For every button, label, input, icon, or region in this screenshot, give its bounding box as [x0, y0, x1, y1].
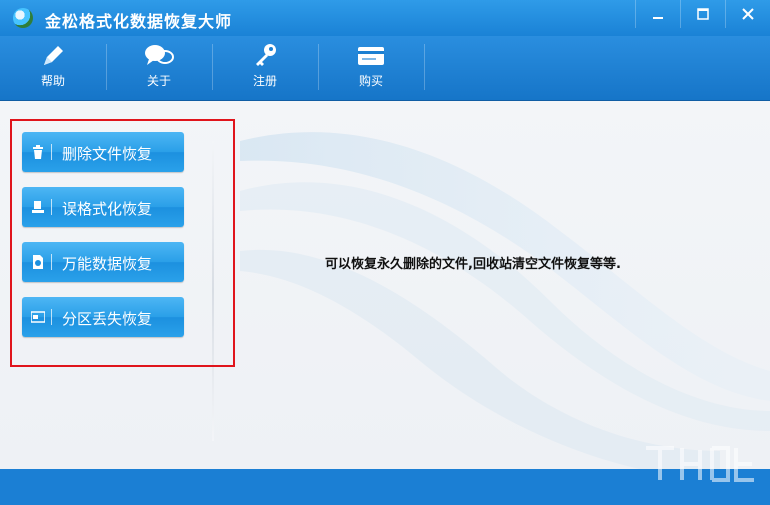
close-icon	[742, 8, 754, 20]
maximize-icon	[697, 8, 709, 20]
toolbar: 帮助 关于 注册 购买	[0, 36, 770, 101]
credit-card-icon	[355, 42, 387, 70]
toolbar-help-button[interactable]: 帮助	[0, 36, 106, 100]
watermark-logo	[646, 446, 754, 482]
pen-icon	[37, 42, 69, 70]
toolbar-about-button[interactable]: 关于	[106, 36, 212, 100]
toolbar-register-button[interactable]: 注册	[212, 36, 318, 100]
minimize-button[interactable]	[635, 0, 680, 28]
title-bar[interactable]: 金松格式化数据恢复大师	[0, 0, 770, 36]
main-area: 删除文件恢复 误格式化恢复 万能数据恢复 分区丢失恢复 可以恢复永久删除的文件,…	[0, 101, 770, 469]
toolbar-buy-button[interactable]: 购买	[318, 36, 424, 100]
description-text: 可以恢复永久删除的文件,回收站清空文件恢复等等.	[325, 257, 621, 272]
toolbar-register-label: 注册	[252, 74, 277, 88]
app-window: 金松格式化数据恢复大师 帮助 关于 注册 购买 删除文件恢复 误格式化恢复 万能…	[0, 0, 770, 505]
maximize-button[interactable]	[680, 0, 725, 28]
minimize-icon	[653, 17, 663, 19]
recovery-options-highlight	[10, 119, 235, 367]
toolbar-help-label: 帮助	[40, 74, 65, 88]
key-icon	[249, 42, 281, 70]
window-controls	[635, 0, 770, 28]
app-logo-icon	[13, 8, 33, 28]
toolbar-buy-label: 购买	[358, 74, 383, 88]
close-button[interactable]	[725, 0, 770, 28]
chat-bubbles-icon	[143, 42, 175, 70]
toolbar-separator	[424, 44, 425, 90]
toolbar-about-label: 关于	[146, 74, 171, 88]
window-title: 金松格式化数据恢复大师	[45, 12, 233, 31]
